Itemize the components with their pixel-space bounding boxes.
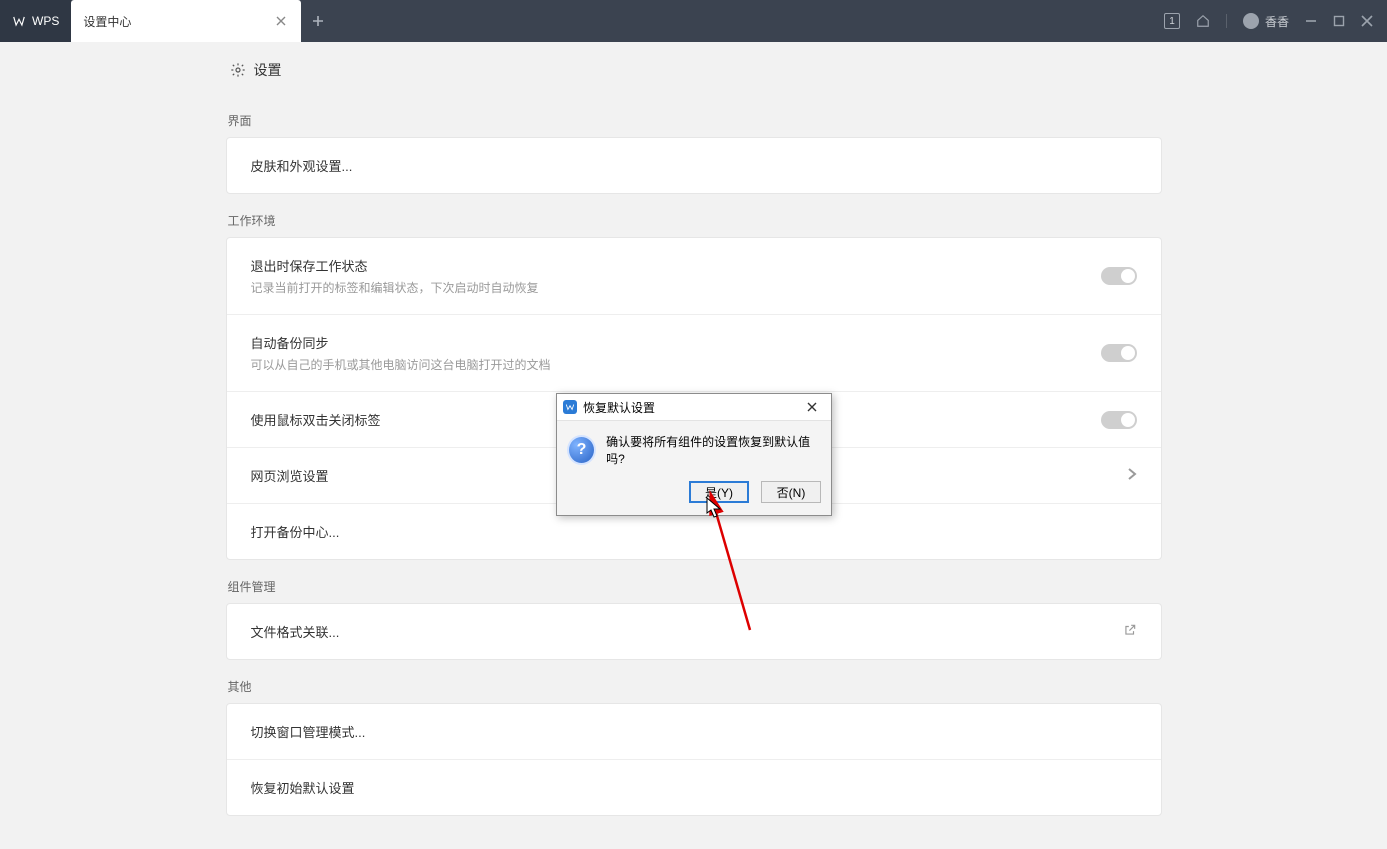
- close-window-icon[interactable]: [1361, 15, 1373, 27]
- close-icon: [807, 402, 817, 412]
- row-restore-defaults[interactable]: 恢复初始默认设置: [227, 759, 1161, 815]
- toggle-dblclick-close[interactable]: [1101, 411, 1137, 429]
- card-interface: 皮肤和外观设置...: [226, 137, 1162, 194]
- row-skin-appearance[interactable]: 皮肤和外观设置...: [227, 138, 1161, 193]
- card-other: 切换窗口管理模式... 恢复初始默认设置: [226, 703, 1162, 816]
- minimize-icon[interactable]: [1305, 15, 1317, 27]
- tabstrip: WPS 设置中心: [0, 0, 335, 42]
- page-title: 设置: [254, 60, 282, 80]
- dialog-restore-defaults: 恢复默认设置 ? 确认要将所有组件的设置恢复到默认值吗? 是(Y) 否(N): [556, 393, 832, 516]
- toggle-auto-backup[interactable]: [1101, 344, 1137, 362]
- row-auto-backup-title: 自动备份同步: [251, 333, 551, 352]
- maximize-icon[interactable]: [1333, 15, 1345, 27]
- row-auto-backup-sub: 可以从自己的手机或其他电脑访问这台电脑打开过的文档: [251, 356, 551, 373]
- new-tab-button[interactable]: [301, 0, 335, 42]
- tab-wps[interactable]: WPS: [0, 0, 71, 42]
- plus-icon: [312, 15, 324, 27]
- row-web-browse-label: 网页浏览设置: [251, 466, 329, 485]
- row-auto-backup: 自动备份同步 可以从自己的手机或其他电脑访问这台电脑打开过的文档: [227, 314, 1161, 391]
- row-file-assoc-label: 文件格式关联...: [251, 622, 340, 641]
- tab-wps-label: WPS: [32, 14, 59, 28]
- row-window-mode[interactable]: 切换窗口管理模式...: [227, 704, 1161, 759]
- tab-close-button[interactable]: [273, 13, 289, 29]
- dialog-title: 恢复默认设置: [583, 399, 655, 416]
- section-label-other: 其他: [228, 678, 1162, 695]
- row-open-backup-label: 打开备份中心...: [251, 522, 340, 541]
- question-icon: ?: [567, 435, 596, 465]
- section-label-component: 组件管理: [228, 578, 1162, 595]
- dialog-yes-button[interactable]: 是(Y): [689, 481, 749, 503]
- gear-icon: [230, 62, 246, 78]
- row-restore-defaults-label: 恢复初始默认设置: [251, 778, 355, 797]
- window-controls: 1 香香: [1150, 0, 1387, 42]
- row-file-format-assoc[interactable]: 文件格式关联...: [227, 604, 1161, 659]
- row-window-mode-label: 切换窗口管理模式...: [251, 722, 366, 741]
- avatar-icon: [1243, 13, 1259, 29]
- user-menu[interactable]: 香香: [1243, 13, 1289, 30]
- card-component: 文件格式关联...: [226, 603, 1162, 660]
- notification-badge[interactable]: 1: [1164, 13, 1180, 29]
- dialog-no-button[interactable]: 否(N): [761, 481, 821, 503]
- external-link-icon: [1123, 623, 1137, 640]
- chevron-right-icon: [1127, 467, 1137, 484]
- separator: [1226, 14, 1227, 28]
- wps-app-icon: [563, 400, 577, 414]
- dialog-body: ? 确认要将所有组件的设置恢复到默认值吗?: [557, 421, 831, 473]
- wps-logo-icon: [12, 14, 26, 28]
- titlebar: WPS 设置中心 1 香香: [0, 0, 1387, 42]
- username-label: 香香: [1265, 13, 1289, 30]
- tab-settings-center[interactable]: 设置中心: [71, 0, 301, 42]
- toggle-exit-save[interactable]: [1101, 267, 1137, 285]
- home-icon[interactable]: [1196, 14, 1210, 28]
- row-dblclick-label: 使用鼠标双击关闭标签: [251, 410, 381, 429]
- page-title-row: 设置: [226, 42, 1162, 94]
- dialog-close-button[interactable]: [799, 398, 825, 416]
- tab-settings-label: 设置中心: [83, 13, 131, 30]
- section-label-work-env: 工作环境: [228, 212, 1162, 229]
- section-label-interface: 界面: [228, 112, 1162, 129]
- row-exit-save-sub: 记录当前打开的标签和编辑状态，下次启动时自动恢复: [251, 279, 539, 296]
- dialog-titlebar[interactable]: 恢复默认设置: [557, 394, 831, 421]
- row-skin-label: 皮肤和外观设置...: [251, 156, 353, 175]
- row-exit-save-state: 退出时保存工作状态 记录当前打开的标签和编辑状态，下次启动时自动恢复: [227, 238, 1161, 314]
- close-icon: [276, 16, 286, 26]
- row-exit-save-title: 退出时保存工作状态: [251, 256, 539, 275]
- dialog-actions: 是(Y) 否(N): [557, 473, 831, 515]
- dialog-message: 确认要将所有组件的设置恢复到默认值吗?: [606, 433, 821, 467]
